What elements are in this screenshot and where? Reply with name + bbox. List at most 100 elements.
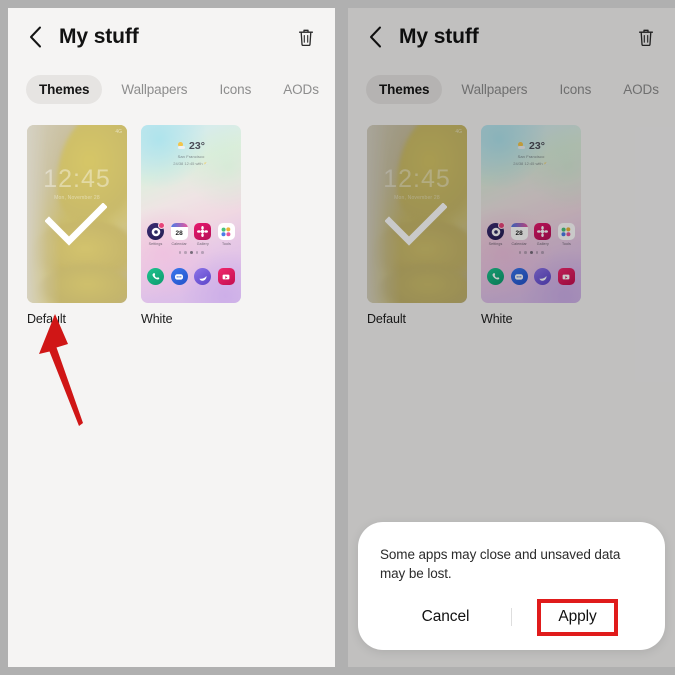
app-bar-right: My stuff [348,8,675,66]
theme-thumbnail-white[interactable]: 23° San Francisco 24/38 12:45 with ⛅ Set… [481,125,581,303]
weather-city: San Francisco [517,154,545,159]
cancel-button[interactable]: Cancel [380,608,511,626]
tab-aods[interactable]: AODs [610,75,672,104]
calendar-icon: 28 [510,223,528,240]
app-icon-messages: Messages [169,268,190,291]
weather-widget: 23° San Francisco 24/38 12:45 with ⛅ [141,141,241,166]
phone-icon [147,268,164,285]
app-label-calendar: Calendar [171,242,187,246]
back-icon[interactable] [24,24,46,50]
app-icon-settings: Settings [145,222,166,246]
lockscreen-badge: 4G [455,129,462,135]
homescreen-page-dots [141,251,241,254]
calendar-icon: 28 [170,223,188,240]
theme-thumbnail-default[interactable]: 4G 12:45 Mon, November 28 [367,125,467,303]
settings-badge [158,222,165,229]
page-dot [195,251,198,254]
theme-label-default: Default [27,312,66,326]
app-icon-internet: Internet [192,268,213,291]
tab-themes[interactable]: Themes [26,74,103,104]
homescreen-dock-row: Phone Messages [145,268,237,291]
theme-cell-white[interactable]: 23° San Francisco 24/38 12:45 with ⛅ Set… [481,125,581,326]
gallery-icon [534,223,552,240]
confirm-dialog: Some apps may close and unsaved data may… [358,521,665,650]
app-icon-phone: Phone [485,268,506,291]
weather-main-row: 23° [481,141,581,152]
weather-city: San Francisco [177,154,205,159]
theme-label-white: White [481,312,513,326]
page-dot [518,251,521,254]
app-icon-internet: Internet [532,268,553,291]
theme-grid-right: 4G 12:45 Mon, November 28 Default 23° Sa… [348,112,675,326]
theme-thumbnail-default[interactable]: 4G 12:45 Mon, November 28 [27,125,127,303]
app-icon-gallery: Gallery [192,223,213,246]
tools-folder-icon [217,223,235,240]
selected-check-icon [45,203,107,246]
theme-grid-left: 4G 12:45 Mon, November 28 Default 23° Sa… [8,112,335,326]
tab-aods[interactable]: AODs [270,75,332,104]
calendar-day: 28 [515,230,523,237]
tab-icons[interactable]: Icons [546,75,604,104]
trash-icon[interactable] [634,24,658,50]
internet-icon [194,268,212,285]
page-dot [184,251,187,254]
app-icon-video: Video [556,268,577,291]
app-icon-messages: Messages [509,268,530,291]
app-icon-tools: Tools [556,223,577,246]
app-icon-gallery: Gallery [532,223,553,246]
settings-badge [498,222,505,229]
trash-icon[interactable] [294,24,318,50]
app-icon-calendar: 28 Calendar [509,223,530,246]
messages-icon [170,268,188,285]
theme-cell-default[interactable]: 4G 12:45 Mon, November 28 Default [27,125,127,326]
lockscreen-clock: 12:45 [43,165,111,193]
app-icon-tools: Tools [216,223,237,246]
tab-bar-right: Themes Wallpapers Icons AODs [348,66,675,112]
back-icon[interactable] [364,24,386,50]
theme-cell-white[interactable]: 23° San Francisco 24/38 12:45 with ⛅ Set… [141,125,241,326]
page-dot [178,251,181,254]
tab-wallpapers[interactable]: Wallpapers [108,75,200,104]
app-icon-phone: Phone [145,268,166,291]
tab-wallpapers[interactable]: Wallpapers [448,75,540,104]
apply-button[interactable]: Apply [558,608,596,626]
selected-check-icon [385,203,447,246]
apply-highlight-box: Apply [537,598,618,636]
weather-widget: 23° San Francisco 24/38 12:45 with ⛅ [481,141,581,166]
tab-themes[interactable]: Themes [366,74,443,104]
messages-icon [510,268,528,285]
dialog-actions: Cancel Apply [380,584,643,650]
homescreen-dock-row: Phone Messages [485,268,577,291]
weather-sun-cloud-icon [177,142,186,151]
app-label-settings: Settings [488,242,503,246]
phone-screen-after: My stuff Themes Wallpapers Icons AODs 4G… [348,8,675,667]
weather-temperature: 23° [189,140,205,152]
theme-cell-default[interactable]: 4G 12:45 Mon, November 28 Default [367,125,467,326]
phone-icon [487,268,504,285]
weather-sun-cloud-icon [517,142,526,151]
apply-button-wrapper: Apply [512,598,643,636]
app-icon-video: Video [216,268,237,291]
lockscreen-date: Mon, November 28 [394,195,440,201]
app-icon-calendar: 28 Calendar [169,223,190,246]
phone-screen-before: My stuff Themes Wallpapers Icons AODs 4G… [8,8,335,667]
tools-folder-icon [557,223,575,240]
lockscreen-date: Mon, November 28 [54,195,100,201]
app-icon-settings: Settings [485,222,506,246]
app-label-calendar: Calendar [511,242,527,246]
app-label-tools: Tools [222,242,231,246]
video-icon [217,268,235,285]
video-icon [557,268,575,285]
homescreen-app-row-1: Settings 28 Calendar Gallery Tools [485,222,577,246]
tab-icons[interactable]: Icons [206,75,264,104]
lockscreen-clock: 12:45 [383,165,451,193]
homescreen-page-dots [481,251,581,254]
theme-thumbnail-white[interactable]: 23° San Francisco 24/38 12:45 with ⛅ Set… [141,125,241,303]
screenshot-stage: My stuff Themes Wallpapers Icons AODs 4G… [0,0,675,675]
page-dot-active [189,251,193,254]
page-dot [541,251,544,254]
calendar-day: 28 [175,230,183,237]
dialog-message: Some apps may close and unsaved data may… [380,546,621,582]
lockscreen-badge: 4G [115,129,122,135]
weather-temperature: 23° [529,140,545,152]
